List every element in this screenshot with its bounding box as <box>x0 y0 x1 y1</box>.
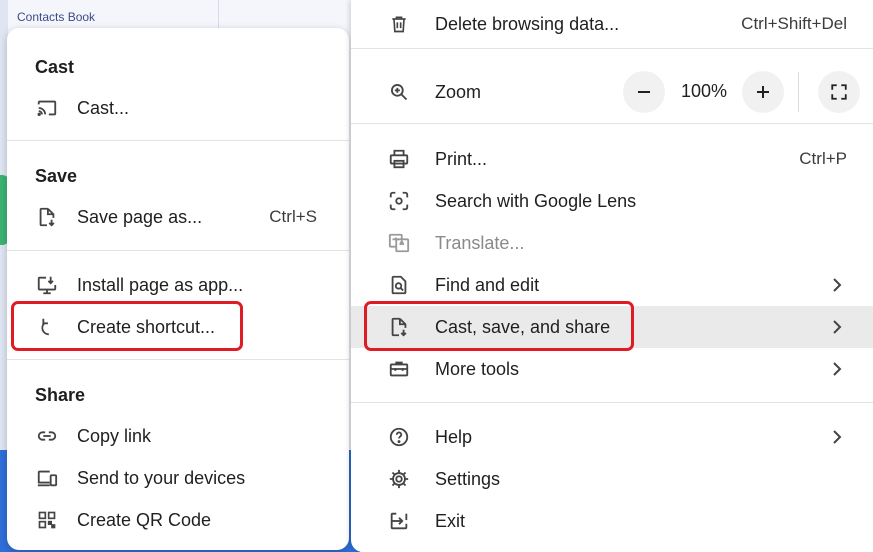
exit-label: Exit <box>435 510 466 531</box>
create-qr-code-label: Create QR Code <box>77 509 212 530</box>
save-page-as-label: Save page as... <box>77 206 203 227</box>
trash-icon <box>387 12 411 36</box>
chevron-right-icon <box>833 320 842 334</box>
copy-link-label: Copy link <box>77 425 152 446</box>
qr-code-icon <box>35 508 59 532</box>
cast-heading: Cast <box>35 57 75 77</box>
menu-divider <box>351 48 873 49</box>
chevron-right-icon <box>833 362 842 376</box>
print-label: Print... <box>435 148 488 169</box>
minus-icon <box>638 91 650 93</box>
print-icon <box>387 147 411 171</box>
submenu-divider <box>7 250 349 251</box>
zoom-in-button[interactable] <box>742 71 784 113</box>
plus-icon <box>757 86 769 98</box>
find-and-edit-label: Find and edit <box>435 274 540 295</box>
copy-link-menu-item[interactable]: Copy link <box>7 415 349 457</box>
delete-browsing-data-label: Delete browsing data... <box>435 13 620 34</box>
background-divider <box>218 0 219 30</box>
chevron-right-icon <box>833 278 842 292</box>
fullscreen-icon <box>831 84 847 100</box>
send-to-devices-label: Send to your devices <box>77 467 246 488</box>
help-menu-item[interactable]: Help <box>351 416 873 458</box>
highlight-cast-save-share <box>364 301 634 351</box>
send-to-devices-menu-item[interactable]: Send to your devices <box>7 457 349 499</box>
zoom-separator <box>798 72 799 112</box>
save-heading: Save <box>35 166 78 186</box>
install-app-icon <box>35 273 59 297</box>
find-page-icon <box>387 273 411 297</box>
translate-icon <box>387 231 411 255</box>
zoom-level-value: 100% <box>681 81 728 101</box>
save-page-as-menu-item[interactable]: Save page as... Ctrl+S <box>7 196 349 238</box>
menu-divider <box>351 123 873 124</box>
install-page-as-app-label: Install page as app... <box>77 274 244 295</box>
chevron-right-icon <box>833 430 842 444</box>
background-page-title: Contacts Book <box>17 10 96 24</box>
zoom-row: Zoom <box>351 71 873 113</box>
submenu-divider <box>7 140 349 141</box>
create-qr-code-menu-item[interactable]: Create QR Code <box>7 499 349 541</box>
translate-menu-item[interactable]: Translate... <box>351 222 873 264</box>
submenu-divider <box>7 359 349 360</box>
highlight-create-shortcut <box>11 301 243 351</box>
cast-icon <box>35 96 59 120</box>
print-menu-item[interactable]: Print... Ctrl+P <box>351 138 873 180</box>
install-page-as-app-menu-item[interactable]: Install page as app... <box>7 264 349 306</box>
more-tools-label: More tools <box>435 358 520 379</box>
browser-main-menu: Delete browsing data... Ctrl+Shift+Del Z… <box>351 0 873 552</box>
devices-icon <box>35 466 59 490</box>
cast-menu-item[interactable]: Cast... <box>7 87 349 129</box>
zoom-out-button[interactable] <box>623 71 665 113</box>
toolbox-icon <box>387 357 411 381</box>
exit-icon <box>387 509 411 533</box>
settings-menu-item[interactable]: Settings <box>351 458 873 500</box>
find-and-edit-menu-item[interactable]: Find and edit <box>351 264 873 306</box>
settings-label: Settings <box>435 468 501 489</box>
cast-label: Cast... <box>77 97 130 118</box>
translate-label: Translate... <box>435 232 525 253</box>
zoom-icon <box>387 80 411 104</box>
more-tools-menu-item[interactable]: More tools <box>351 348 873 390</box>
menu-divider <box>351 402 873 403</box>
print-shortcut: Ctrl+P <box>799 149 847 168</box>
delete-browsing-data-shortcut: Ctrl+Shift+Del <box>741 14 847 33</box>
save-page-icon <box>35 205 59 229</box>
help-label: Help <box>435 426 473 447</box>
fullscreen-button[interactable] <box>818 71 860 113</box>
lens-icon <box>387 189 411 213</box>
share-heading: Share <box>35 385 86 405</box>
exit-menu-item[interactable]: Exit <box>351 500 873 542</box>
gear-icon <box>387 467 411 491</box>
help-icon <box>387 425 411 449</box>
zoom-label: Zoom <box>435 81 482 102</box>
google-lens-label: Search with Google Lens <box>435 190 637 211</box>
link-icon <box>35 424 59 448</box>
cast-save-share-submenu: Cast Cast... Save Save page as... Ctrl+S <box>7 28 349 550</box>
save-page-shortcut: Ctrl+S <box>269 207 317 226</box>
delete-browsing-data-menu-item[interactable]: Delete browsing data... Ctrl+Shift+Del <box>351 3 873 45</box>
google-lens-menu-item[interactable]: Search with Google Lens <box>351 180 873 222</box>
